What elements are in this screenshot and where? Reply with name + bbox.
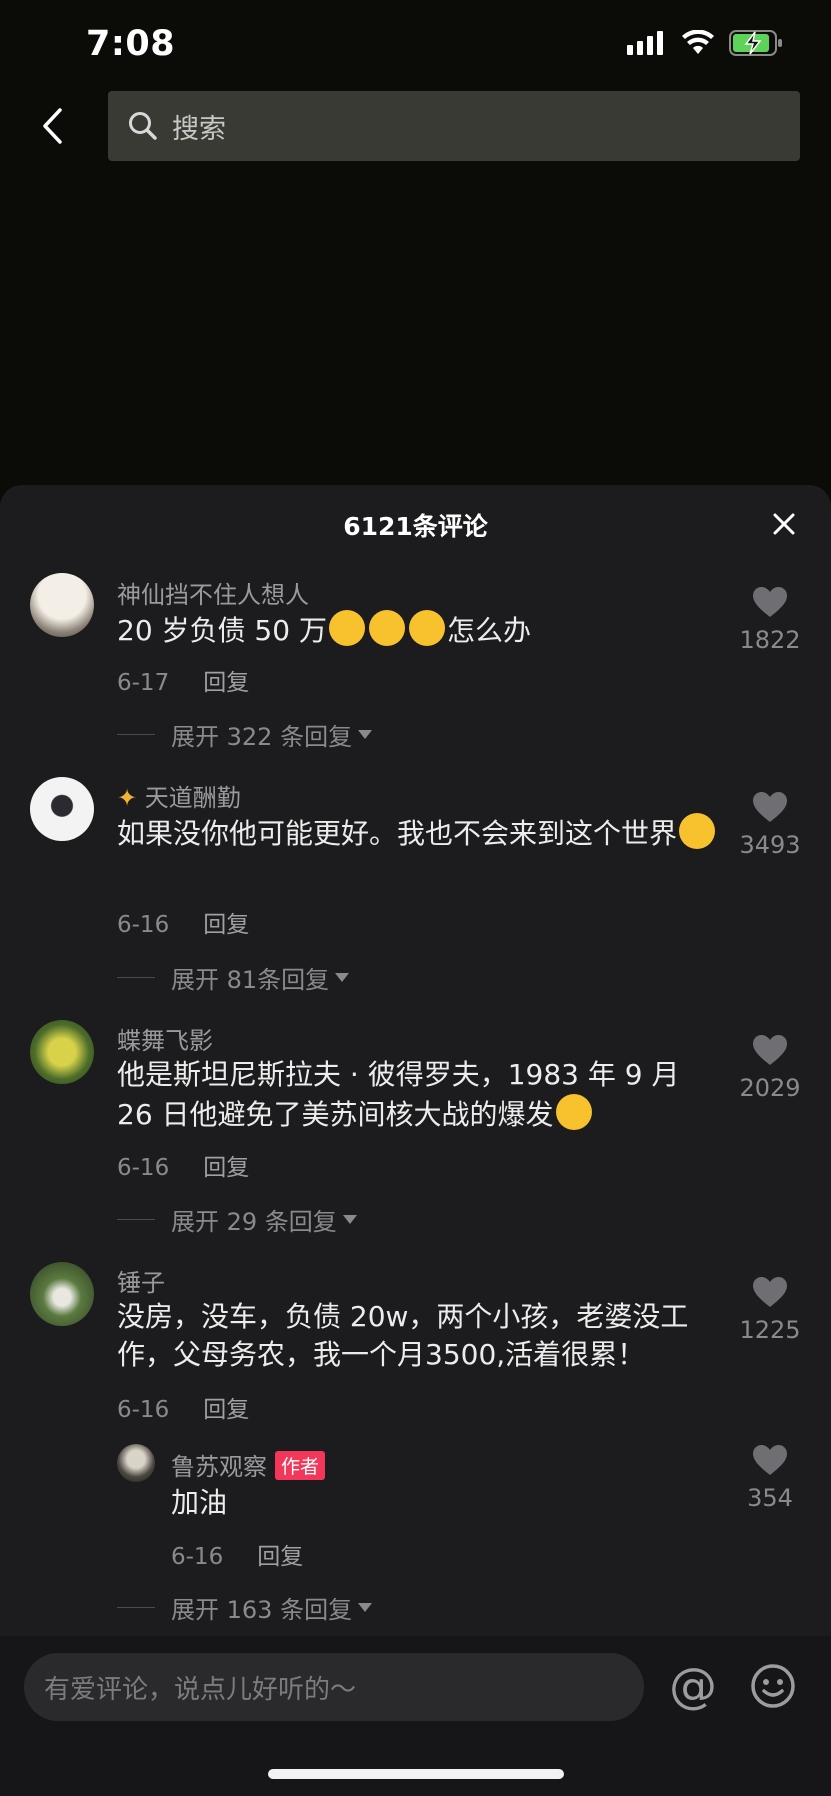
- reply-button[interactable]: 回复: [203, 1155, 249, 1181]
- avatar[interactable]: [30, 1262, 94, 1326]
- search-placeholder: 搜索: [172, 113, 226, 145]
- crying-emoji-icon: [408, 610, 445, 646]
- expand-replies[interactable]: 展开 29 条回复: [117, 1202, 357, 1237]
- comment-meta: 6-16 回复: [117, 1148, 249, 1182]
- comment-author-name: 锤子: [117, 1269, 165, 1297]
- chevron-left-icon: [43, 108, 62, 144]
- like-count: 354: [747, 1484, 793, 1512]
- wifi-icon: [682, 30, 714, 54]
- divider: [117, 734, 155, 735]
- reply-button[interactable]: 回复: [203, 912, 249, 938]
- comment-text-body: 如果没你他可能更好。我也不会来到这个世界: [117, 817, 678, 850]
- close-button[interactable]: [767, 507, 801, 541]
- caret-down-icon: [358, 1603, 373, 1612]
- comment-text: 加油: [171, 1486, 228, 1519]
- comment-author-name: 天道酬勤: [144, 784, 241, 812]
- comment-text-body: 他是斯坦尼斯拉夫 · 彼得罗夫，1983 年 9 月 26 日他避免了美苏间核大…: [117, 1058, 680, 1131]
- comment-date: 6-16: [117, 1155, 170, 1181]
- comment-author[interactable]: 神仙挡不住人想人: [117, 575, 309, 610]
- comment-text: 他是斯坦尼斯拉夫 · 彼得罗夫，1983 年 9 月 26 日他避免了美苏间核大…: [117, 1056, 717, 1134]
- avatar[interactable]: [30, 777, 94, 841]
- comment-author-name: 鲁苏观察: [171, 1453, 267, 1481]
- cellular-signal-icon: [627, 31, 663, 55]
- comment-author[interactable]: ✦ 天道酬勤: [117, 778, 241, 813]
- comment-text-body: 没房，没车，负债 20w，两个小孩，老婆没工作，父母务农，我一个月3500,活着…: [117, 1300, 689, 1371]
- like-count: 1822: [739, 626, 801, 654]
- expand-replies-label: 展开 29 条回复: [171, 1208, 337, 1236]
- comment-author-name: 蝶舞飞影: [117, 1027, 213, 1055]
- heart-icon: [753, 1035, 787, 1065]
- comment-input[interactable]: 有爱评论，说点儿好听的～: [24, 1653, 644, 1721]
- badge-icon: ✦: [117, 784, 138, 812]
- reply-button[interactable]: 回复: [257, 1544, 303, 1570]
- comment-meta: 6-16 回复: [171, 1537, 303, 1571]
- avatar[interactable]: [30, 660, 94, 724]
- expand-replies-label: 展开 81条回复: [171, 966, 330, 994]
- comment-date: 6-16: [117, 1397, 170, 1423]
- heart-icon: [753, 587, 787, 617]
- crying-emoji-icon: [328, 610, 365, 646]
- home-indicator[interactable]: [268, 1769, 564, 1779]
- comment-date: 6-17: [117, 670, 170, 696]
- comment-date: 6-16: [171, 1544, 224, 1570]
- comment-author[interactable]: 锤子: [117, 1263, 165, 1298]
- heart-icon: [753, 1445, 787, 1475]
- search-icon: [129, 112, 157, 140]
- pleading-emoji-icon: [679, 813, 716, 849]
- comment-input-bar: 有爱评论，说点儿好听的～ @: [0, 1636, 831, 1796]
- like-button[interactable]: 3493: [725, 791, 815, 859]
- divider: [117, 1219, 155, 1220]
- battery-charging-icon: [729, 30, 782, 56]
- comment-meta: 6-16 回复: [117, 905, 249, 939]
- like-count: 3493: [739, 831, 801, 859]
- mention-button[interactable]: @: [668, 1656, 718, 1716]
- comment-author[interactable]: 鲁苏观察 作者: [171, 1447, 326, 1482]
- status-icons: [627, 30, 783, 56]
- comment-text-body: 20 岁负债 50 万: [117, 614, 327, 647]
- divider: [117, 1607, 155, 1608]
- avatar[interactable]: [30, 1020, 94, 1084]
- status-bar: 7:08: [0, 0, 831, 90]
- reply-button[interactable]: 回复: [203, 670, 249, 696]
- avatar[interactable]: [117, 1444, 155, 1482]
- comment-text-suffix: 怎么办: [446, 614, 531, 647]
- divider: [117, 977, 155, 978]
- caret-down-icon: [335, 973, 350, 982]
- author-badge: 作者: [275, 1451, 326, 1480]
- caret-down-icon: [358, 730, 373, 739]
- comment-text: 如果没你他可能更好。我也不会来到这个世界: [117, 813, 717, 853]
- expand-replies[interactable]: 展开 163 条回复: [117, 1590, 373, 1625]
- like-count: 2029: [739, 1074, 801, 1102]
- comment-author[interactable]: 蝶舞飞影: [117, 1021, 213, 1056]
- heart-icon: [753, 1277, 787, 1307]
- expand-replies-label: 展开 322 条回复: [171, 723, 353, 751]
- smiley-icon: [751, 1664, 795, 1708]
- search-input[interactable]: 搜索: [108, 91, 800, 161]
- heart-icon: [753, 792, 787, 822]
- comments-count-title: 6121条评论: [343, 512, 488, 541]
- avatar[interactable]: [30, 573, 94, 637]
- expand-replies[interactable]: 展开 81条回复: [117, 960, 350, 995]
- comment-text: 20 岁负债 50 万 怎么办: [117, 610, 717, 650]
- expand-replies[interactable]: 展开 322 条回复: [117, 717, 373, 752]
- close-icon: [773, 513, 795, 535]
- expand-replies-label: 展开 163 条回复: [171, 1596, 353, 1624]
- comment-date: 6-16: [117, 912, 170, 938]
- like-count: 1225: [739, 1316, 801, 1344]
- comment-meta: 6-16 回复: [117, 1390, 249, 1424]
- pleading-emoji-icon: [555, 1094, 592, 1130]
- search-row: 搜索: [0, 90, 831, 162]
- like-button[interactable]: 2029: [725, 1034, 815, 1102]
- crying-emoji-icon: [368, 610, 405, 646]
- comment-meta: 6-17 回复: [117, 663, 249, 697]
- emoji-button[interactable]: [750, 1663, 796, 1709]
- reply-button[interactable]: 回复: [203, 1397, 249, 1423]
- comment-text: 没房，没车，负债 20w，两个小孩，老婆没工作，父母务农，我一个月3500,活着…: [117, 1298, 717, 1374]
- status-time: 7:08: [86, 24, 176, 64]
- back-button[interactable]: [28, 102, 76, 150]
- caret-down-icon: [342, 1215, 357, 1224]
- like-button[interactable]: 1225: [725, 1276, 815, 1344]
- like-button[interactable]: 354: [725, 1444, 815, 1512]
- like-button[interactable]: 1822: [725, 586, 815, 654]
